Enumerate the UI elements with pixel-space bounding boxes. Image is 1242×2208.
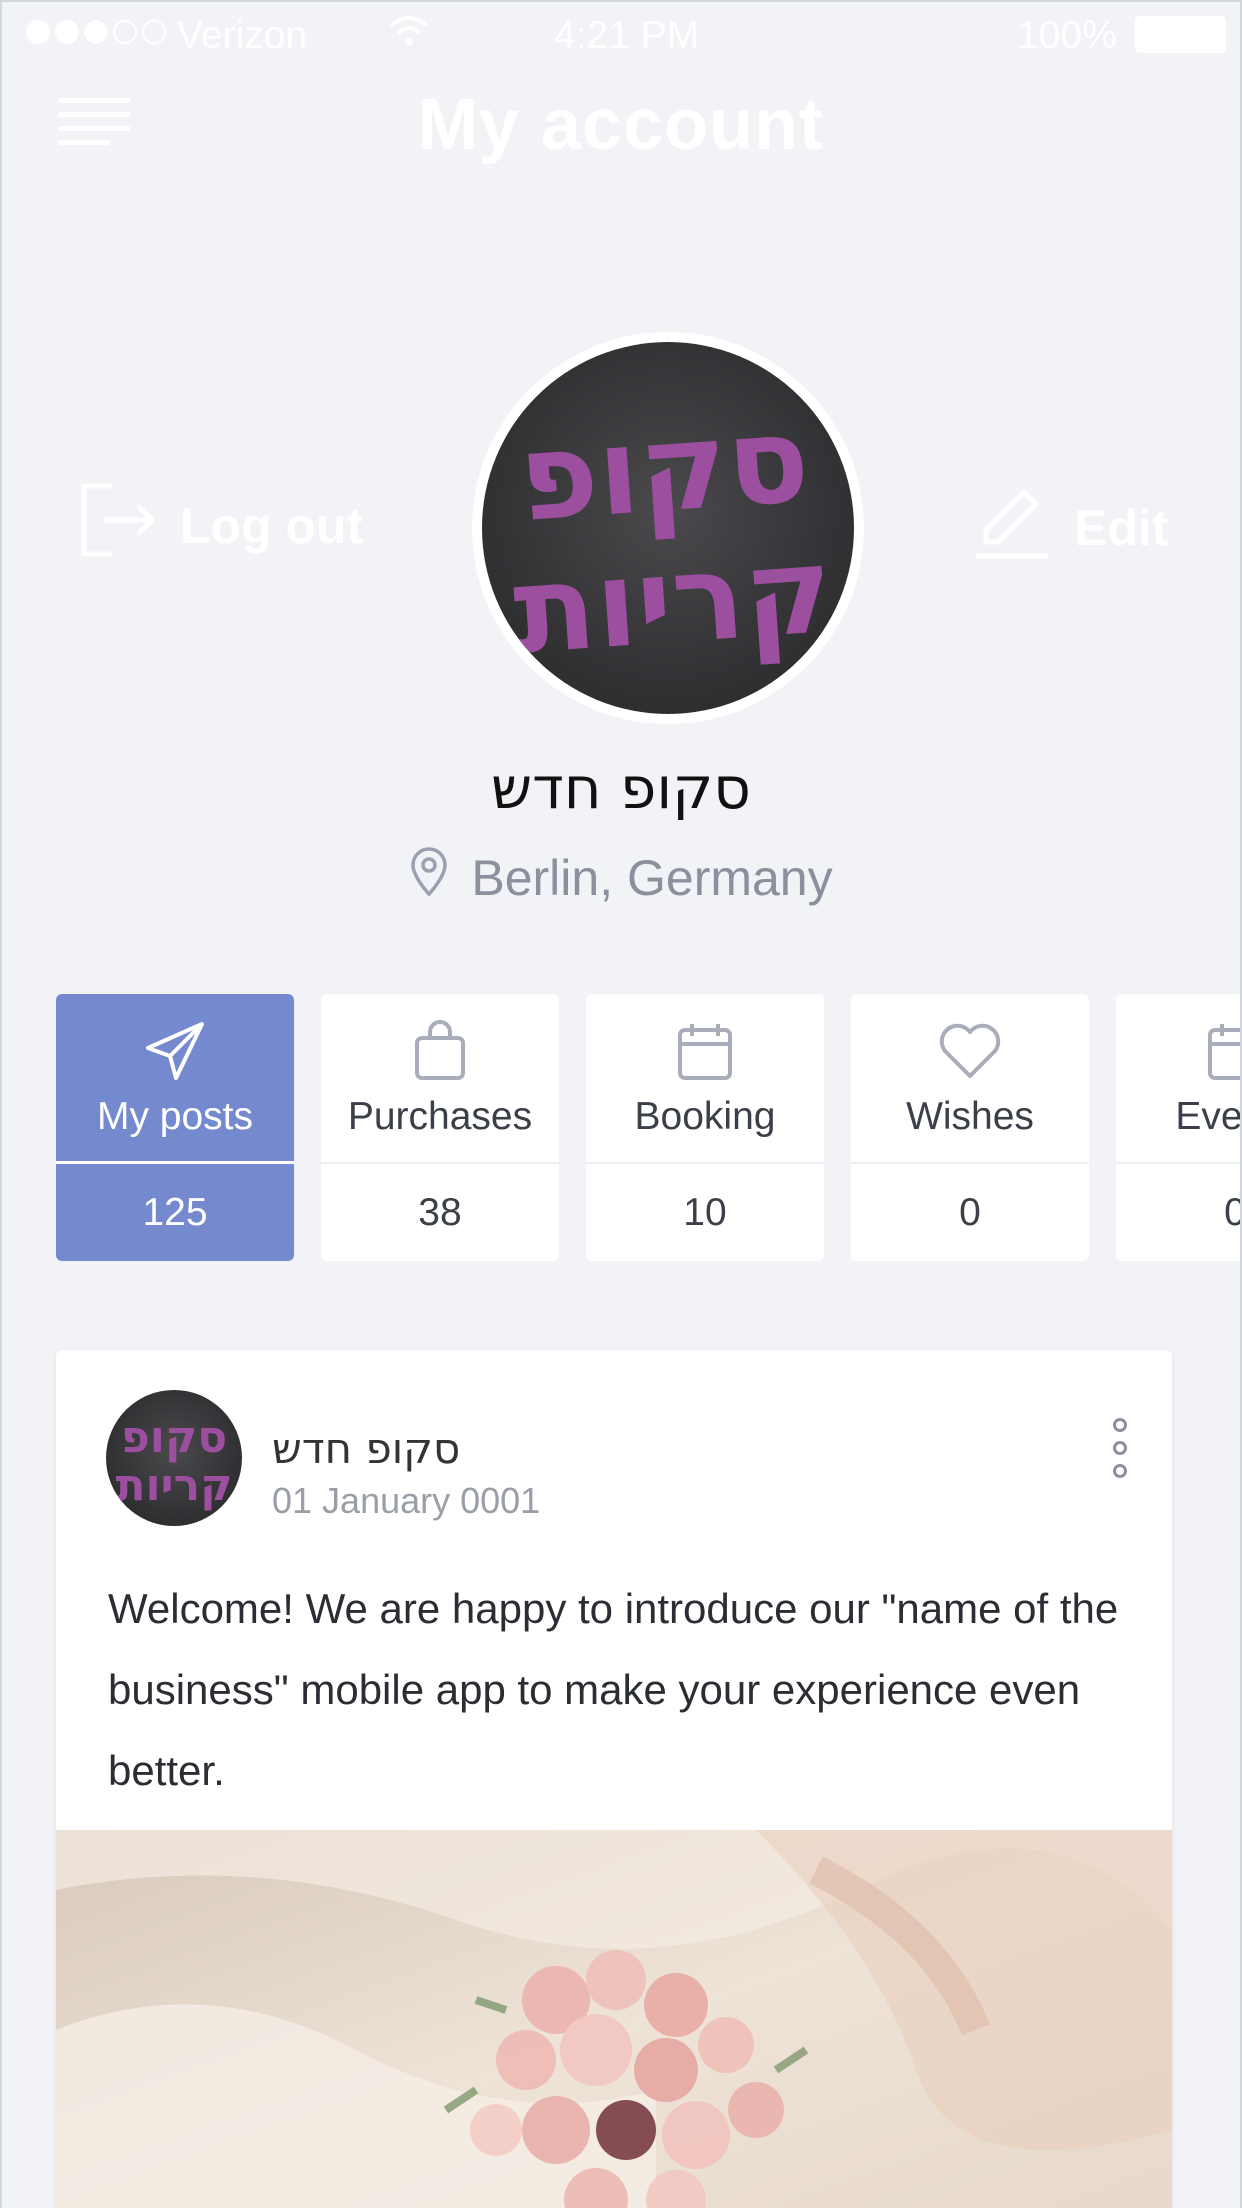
calendar-icon [1204,1020,1240,1087]
wifi-icon [387,12,431,62]
tab-my-posts[interactable]: My posts 125 [56,994,294,1261]
post-text: Welcome! We are happy to introduce our "… [108,1585,1119,1794]
profile-avatar[interactable]: סקופ קריות [472,332,864,724]
profile-name: סקופ חדש [491,754,751,822]
battery-icon [1135,16,1226,53]
post-avatar-text-line1: סקופ [121,1412,227,1463]
avatar-text-line2: קריות [509,521,837,682]
app-screen: Verizon 4:21 PM 100% My account Log out [0,0,1242,2208]
tab-count: 38 [418,1190,462,1234]
location-text: Berlin, Germany [471,850,833,906]
tab-count: 10 [683,1190,727,1234]
battery-percent: 100% [1017,14,1117,57]
tab-label: Events [1175,1095,1242,1138]
pencil-icon [972,482,1052,574]
more-options-icon[interactable] [1110,1418,1130,1478]
shopping-bag-icon [409,1020,471,1087]
tab-wishes[interactable]: Wishes 0 [851,994,1089,1261]
post-avatar-text-line2: קריות [115,1460,232,1511]
post-date: 01 January 0001 [272,1480,541,1521]
paper-plane-icon [144,1020,206,1087]
post-image[interactable] [56,1830,1172,2208]
tab-count: 0 [959,1190,981,1234]
edit-button[interactable]: Edit [972,482,1168,574]
logout-icon [78,482,158,570]
tab-events[interactable]: Events 0 [1116,994,1242,1261]
tab-label: Booking [634,1095,776,1138]
status-time: 4:21 PM [554,14,700,57]
page-title: My account [417,85,825,165]
tab-count: 0 [1116,1164,1240,1261]
carrier-name: Verizon [177,14,308,57]
post-author-avatar[interactable]: סקופ קריות [106,1390,242,1526]
location-pin-icon [409,847,449,909]
logout-label: Log out [180,498,364,554]
edit-label: Edit [1074,500,1169,556]
profile-location: Berlin, Germany [2,847,1240,909]
post-card: סקופ קריות סקופ חדש 01 January 0001 Welc… [56,1350,1172,2208]
tab-label: My posts [96,1095,254,1138]
tab-booking[interactable]: Booking 10 [586,994,824,1261]
logout-button[interactable]: Log out [78,482,363,570]
tab-purchases[interactable]: Purchases 38 [321,994,559,1261]
heart-icon [937,1020,1003,1087]
status-bar: Verizon 4:21 PM 100% [2,2,1240,68]
tab-count: 125 [142,1190,208,1234]
tab-label: Purchases [347,1095,533,1138]
calendar-icon [674,1020,736,1087]
post-author-name: סקופ חדש [272,1424,461,1473]
stats-tabs: My posts 125 Purchases 38 Booking 10 Wis… [56,994,1242,1261]
tab-label: Wishes [906,1095,1034,1138]
signal-strength-icon [26,20,166,44]
